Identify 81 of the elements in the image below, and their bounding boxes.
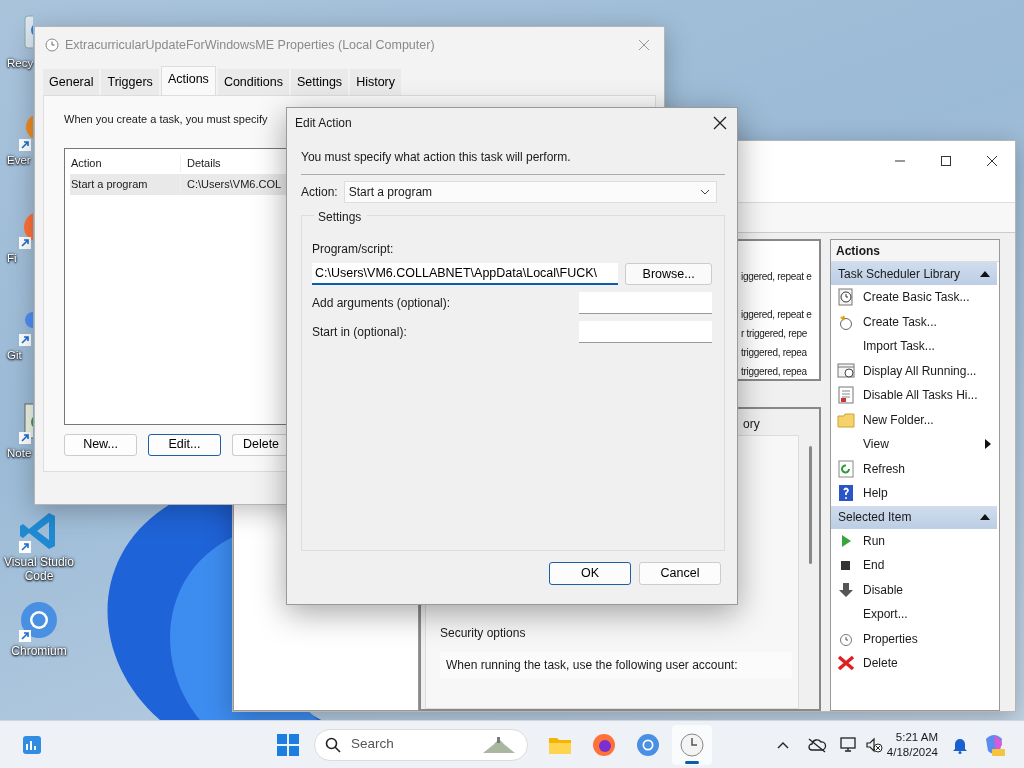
tab[interactable]: General	[43, 69, 100, 95]
action-item[interactable]: Help	[863, 484, 888, 503]
search-field[interactable]: Search	[314, 728, 528, 761]
program-label: Program/script:	[312, 241, 395, 258]
window-clock-icon	[837, 361, 855, 380]
action-item[interactable]: New Folder...	[863, 410, 934, 429]
column-header[interactable]: Details	[180, 155, 221, 172]
action-item[interactable]: Export...	[863, 605, 908, 624]
clock-icon	[45, 38, 59, 52]
action-item[interactable]: End	[863, 556, 885, 575]
action-item[interactable]: Properties	[863, 629, 918, 648]
volume-muted-icon[interactable]	[864, 735, 883, 754]
clock-icon[interactable]	[672, 724, 712, 765]
close-icon[interactable]	[711, 114, 729, 132]
monitor-icon[interactable]	[838, 735, 859, 754]
dialog-button[interactable]: Cancel	[639, 562, 721, 585]
action-item[interactable]: Disable All Tasks Hi...	[863, 386, 978, 405]
section-title: Selected Item	[838, 509, 912, 526]
task-row[interactable]: iggered, repeat e	[741, 305, 819, 324]
column-header[interactable]: Action	[70, 155, 180, 172]
action-item[interactable]: Create Basic Task...	[863, 288, 970, 307]
refresh-icon	[837, 459, 855, 478]
dialog-button[interactable]: Delete	[232, 433, 289, 456]
delete-icon	[837, 654, 855, 673]
tab[interactable]: Actions	[160, 66, 216, 95]
action-dropdown[interactable]: Start a program	[343, 181, 717, 203]
collapse-icon[interactable]	[979, 512, 991, 522]
tab[interactable]: ory	[743, 417, 760, 431]
table-cell: C:\Users\VM6.COL	[180, 176, 282, 193]
section-title: Task Scheduler Library	[838, 265, 961, 283]
action-item[interactable]: Disable	[863, 580, 904, 599]
security-options-title: Security options	[440, 625, 527, 642]
section-header[interactable]: Task Scheduler Library	[831, 262, 997, 285]
security-options-text: When running the task, use the following user account:	[440, 652, 792, 678]
arguments-field[interactable]	[579, 292, 712, 314]
action-label: Action:	[301, 184, 338, 201]
tab[interactable]: History	[350, 69, 402, 95]
close-icon[interactable]	[986, 155, 998, 167]
dialog-button[interactable]: OK	[549, 562, 631, 585]
chevron-down-icon	[700, 189, 710, 195]
cloud-off-icon[interactable]	[806, 736, 827, 753]
down-arrow-icon	[837, 580, 855, 599]
action-item[interactable]: Display All Running...	[863, 361, 977, 380]
action-item[interactable]: Import Task...	[863, 337, 935, 356]
task-row[interactable]: triggered, repea	[741, 343, 819, 362]
task-row[interactable]: r triggered, repe	[741, 324, 819, 343]
action-item[interactable]: Delete	[863, 654, 898, 673]
description-text: When you create a task, you must specify	[64, 111, 268, 127]
action-item[interactable]: Refresh	[863, 459, 906, 478]
clock-date[interactable]: 4/18/2024	[886, 744, 938, 760]
program-field[interactable]: C:\Users\VM6.COLLABNET\AppData\Local\FUCK\	[312, 263, 619, 285]
tab[interactable]: Conditions	[217, 69, 289, 95]
clock-document-icon	[837, 288, 855, 307]
arguments-label: Add arguments (optional):	[312, 295, 451, 312]
task-row[interactable]: triggered, repea	[741, 362, 819, 379]
start-in-label: Start in (optional):	[312, 324, 407, 341]
scrollbar[interactable]	[809, 446, 812, 564]
help-icon	[837, 484, 855, 503]
action-item[interactable]: View	[863, 435, 889, 454]
clock-time[interactable]: 5:21 AM	[895, 729, 938, 745]
chevron-up-icon[interactable]	[776, 740, 789, 749]
start-in-field[interactable]	[579, 321, 712, 343]
dialog-button[interactable]: Edit...	[148, 433, 221, 456]
instruction-text: You must specify what action this task will perform.	[301, 148, 725, 175]
action-item[interactable]: Run	[863, 531, 885, 550]
submenu-arrow-icon	[983, 439, 993, 450]
maximize-icon[interactable]	[940, 155, 952, 167]
dialog-title: Edit Action	[295, 115, 352, 132]
action-item[interactable]: Create Task...	[863, 312, 937, 331]
tab[interactable]: Triggers	[101, 69, 159, 95]
window-title: ExtracurricularUpdateForWindowsME Properties (Local Computer)	[65, 36, 436, 54]
actions-pane-title: Actions	[831, 240, 999, 262]
search-icon	[325, 736, 341, 753]
task-row[interactable]: iggered, repeat e	[741, 267, 819, 286]
section-header[interactable]: Selected Item	[831, 505, 997, 529]
list-icon	[837, 386, 855, 405]
tab[interactable]: Settings	[290, 69, 349, 95]
browse-button[interactable]: Browse...	[625, 263, 712, 285]
dialog-button[interactable]: New...	[64, 433, 137, 456]
folder-icon	[837, 410, 855, 429]
table-cell-text: Start a program	[70, 177, 149, 192]
